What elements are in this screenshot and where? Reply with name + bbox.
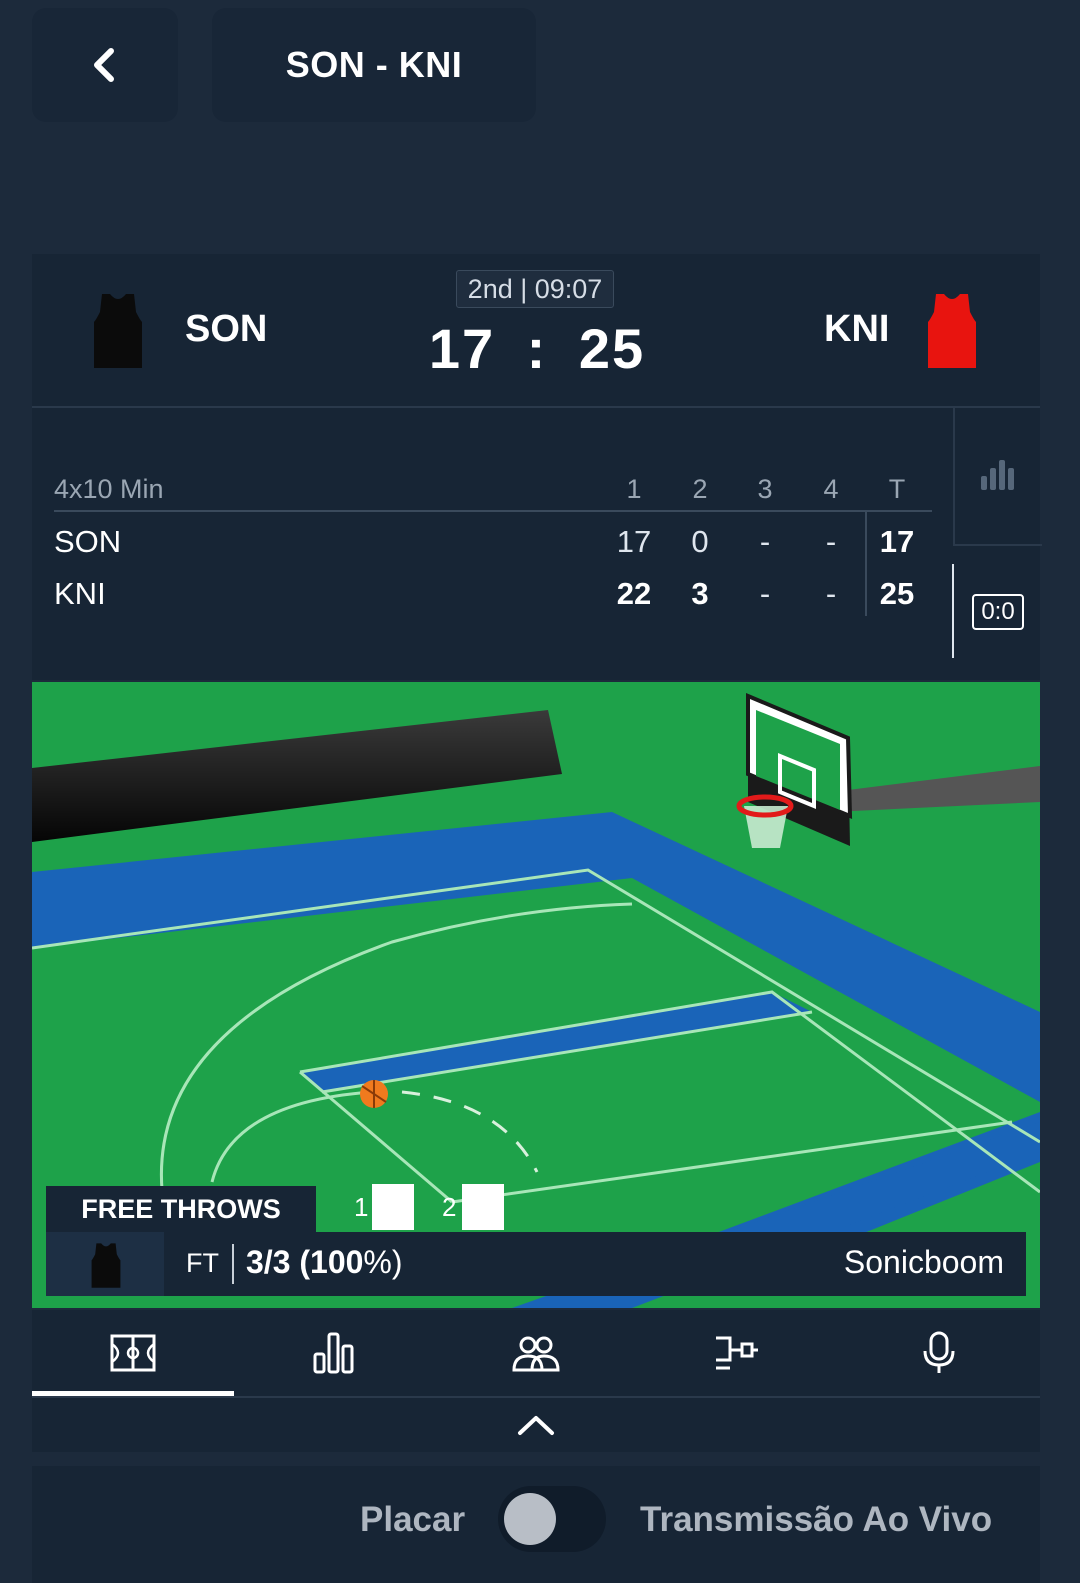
chevron-left-icon [94,48,114,82]
free-throw-attempt: 2 [438,1184,504,1230]
quarter-score: - [759,524,771,559]
free-throw-stat-bar: FT 3/3 (100%) Sonicboom [46,1232,1026,1296]
team-jersey-box [46,1232,164,1296]
total-score: 17 [879,524,915,559]
period-clock: 2nd | 09:07 [456,270,614,308]
away-score: 25 [578,317,646,380]
quarter-score: - [825,524,837,559]
side-score-label: 0:0 [981,598,1015,625]
home-team-name: SON [185,308,268,350]
toggle-label-scoreboard: Placar [360,1500,466,1539]
tab-commentary[interactable] [838,1310,1039,1396]
total-score: 25 [879,576,915,611]
quarter-score: 22 [616,576,652,611]
side-divider [952,564,954,658]
attempt-made-marker [462,1184,504,1230]
box-score: 4x10 Min 1 2 3 4 T SON 17 0 - - 17 KNI 2… [32,408,1042,680]
view-toggle-row: Placar Transmissão Ao Vivo [32,1466,1040,1583]
main-score: 17 : 25 [412,316,662,381]
column-header: 2 [692,474,708,504]
toggle-knob [504,1493,556,1545]
court-icon [110,1334,155,1372]
home-score: 17 [428,317,496,380]
score-separator: : [526,317,548,380]
stat-divider [232,1244,234,1284]
active-tab-indicator [32,1391,234,1396]
toggle-label-live-stream: Transmissão Ao Vivo [640,1500,993,1539]
attempt-number: 1 [354,1192,369,1222]
home-jersey-icon [91,1243,121,1288]
table-row: KNI 22 3 - - 25 [54,576,932,626]
score-0-0-icon[interactable]: 0:0 [972,594,1024,630]
team-full-name: Sonicboom [843,1244,1004,1280]
stat-label: FT [186,1248,219,1278]
quarter-score: 17 [616,524,652,559]
tab-bar [32,1310,1040,1398]
tab-stats[interactable] [233,1310,434,1396]
away-jersey-icon [928,294,976,368]
back-button[interactable] [32,8,178,122]
players-icon [511,1336,560,1372]
stat-value: 3/3 (100%) [246,1244,403,1280]
bracket-icon [715,1336,758,1370]
match-title: SON - KNI [285,44,463,85]
quarter-score: 3 [691,576,709,611]
row-team: SON [54,524,122,559]
away-team-name: KNI [824,308,890,350]
court-visualization: FREE THROWS 1 2 FT 3/3 (100%) Sonicboom [32,682,1040,1308]
row-team: KNI [54,576,106,611]
tab-lineups[interactable] [435,1310,636,1396]
column-header: 4 [823,474,839,504]
chevron-up-icon [518,1416,554,1435]
quarter-score: 0 [691,524,709,559]
total-divider [865,512,867,616]
tab-court[interactable] [32,1310,233,1396]
tab-bracket[interactable] [636,1310,837,1396]
table-row: SON 17 0 - - 17 [54,524,932,574]
score-header: SON 2nd | 09:07 17 : 25 KNI [32,254,1040,408]
microphone-icon [923,1331,954,1373]
box-score-header-row: 4x10 Min 1 2 3 4 T [54,474,932,512]
free-throws-label: FREE THROWS [46,1186,316,1232]
column-header: 3 [757,474,773,504]
stats-toggle-button[interactable] [953,408,1042,546]
column-header: T [888,474,906,504]
view-toggle-switch[interactable] [498,1486,606,1552]
home-jersey-icon [94,294,142,368]
bar-chart-icon [981,460,1014,490]
quarter-score: - [825,576,837,611]
collapse-button[interactable] [32,1398,1040,1452]
free-throw-attempt: 1 [350,1184,416,1230]
quarter-score: - [759,576,771,611]
bar-chart-icon [313,1332,353,1374]
match-title-button[interactable]: SON - KNI [212,8,536,122]
attempt-made-marker [372,1184,414,1230]
attempt-number: 2 [442,1192,457,1222]
column-header: 1 [626,474,642,504]
game-format: 4x10 Min [54,474,164,504]
